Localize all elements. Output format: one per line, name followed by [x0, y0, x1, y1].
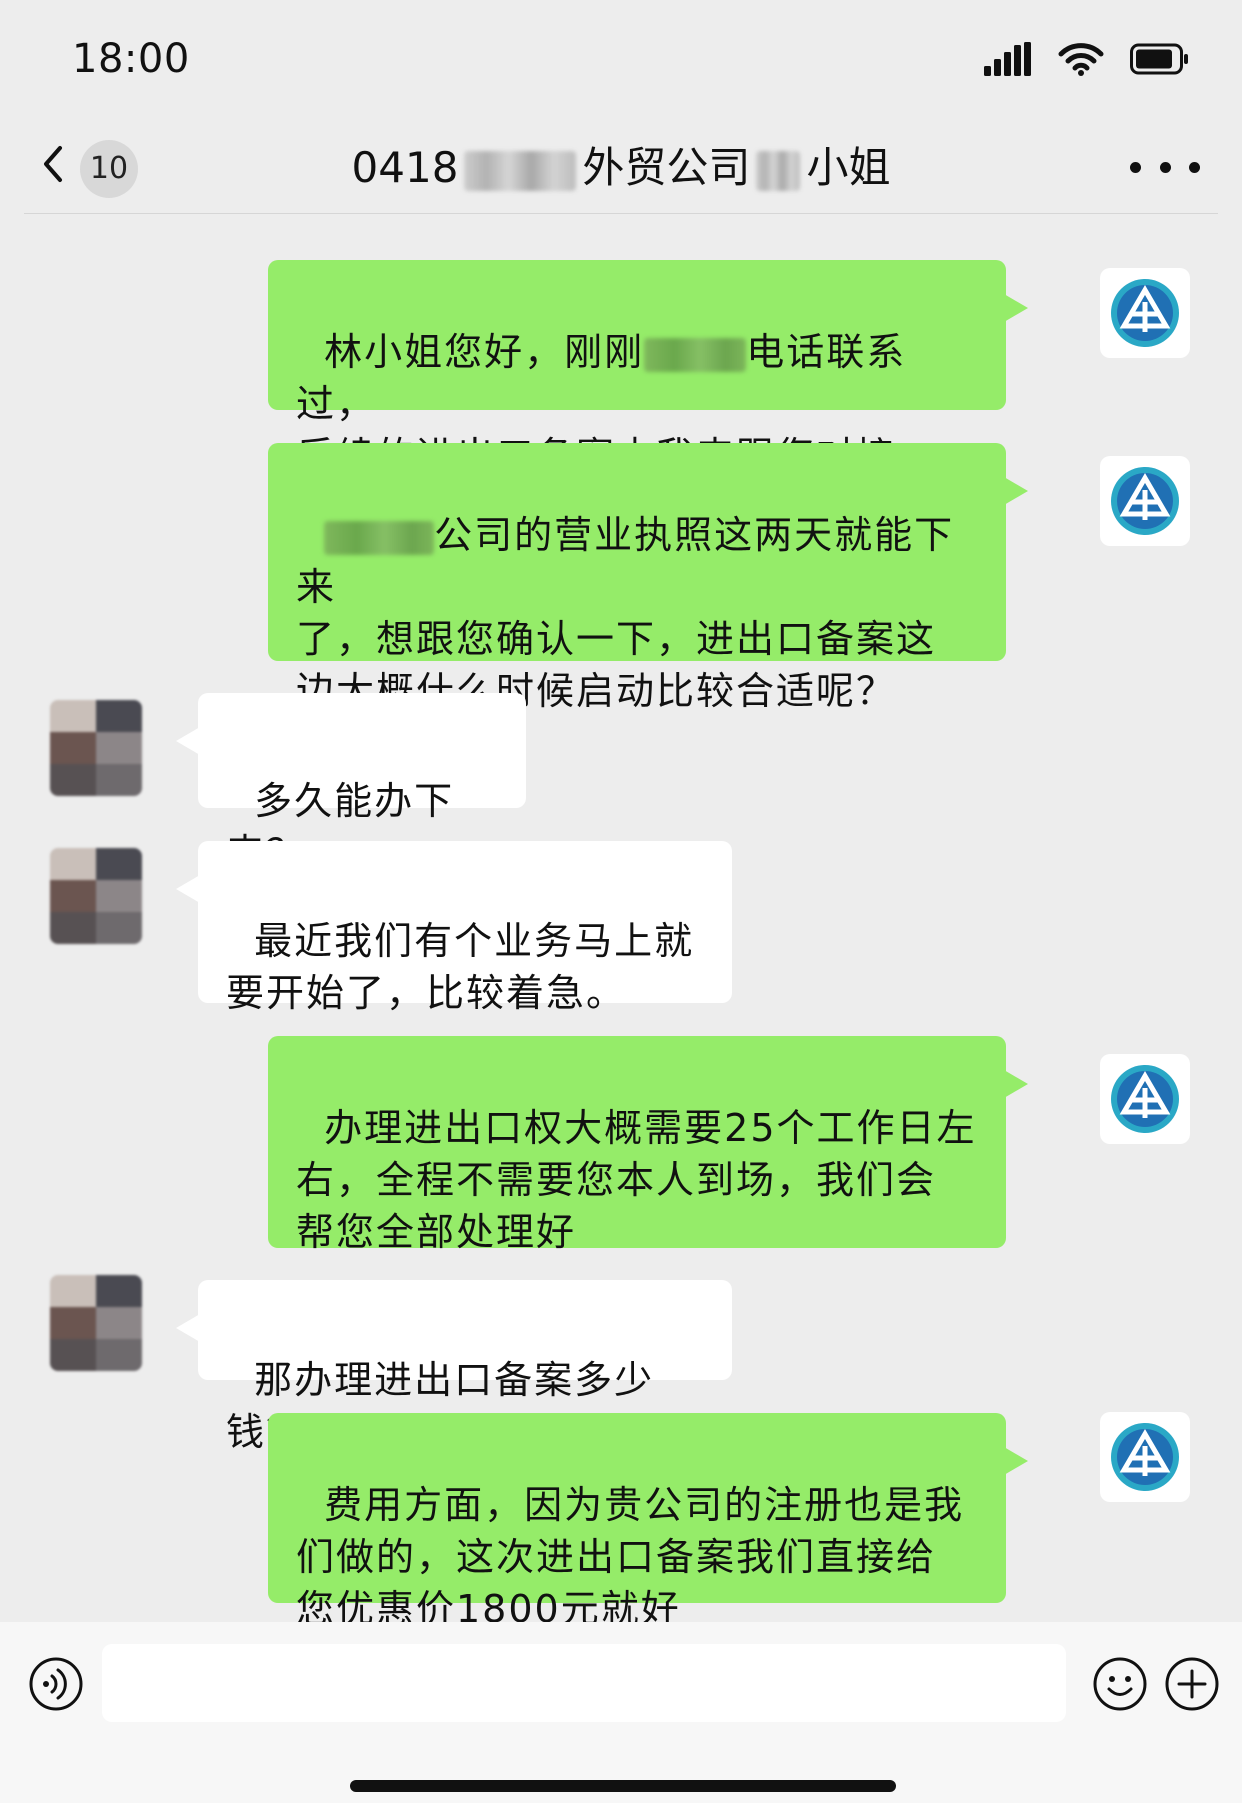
more-dot: [1189, 161, 1200, 173]
wifi-icon: [1058, 43, 1104, 76]
voice-button[interactable]: [28, 1656, 84, 1712]
avatar-self[interactable]: [1100, 456, 1190, 546]
message-bubble-outgoing[interactable]: 林小姐您好，刚刚电话联系过， 后续的进出口备案由我来跟您对接: [268, 260, 1028, 478]
status-icons: [984, 42, 1190, 76]
message-bubble-incoming[interactable]: 最近我们有个业务马上就 要开始了，比较着急。: [176, 841, 732, 1015]
redacted-name: [464, 150, 577, 191]
message-bubble-incoming[interactable]: 那办理进出口备案多少钱？: [176, 1280, 732, 1454]
more-options-button[interactable]: [1130, 142, 1200, 192]
home-indicator: [350, 1780, 896, 1792]
message-text: 林小姐您好，刚刚: [324, 330, 645, 374]
avatar-contact[interactable]: [50, 700, 142, 796]
chat-header: 10 0418 外贸公司 小姐: [0, 120, 1242, 215]
message-text: 办理进出口权大概需要25个工作日左 右，全程不需要您本人到场，我们会 帮您全部处…: [296, 1106, 977, 1254]
chat-title-middle: 外贸公司: [582, 143, 751, 192]
message-bubble-incoming[interactable]: 多久能办下来？: [176, 693, 526, 875]
plus-icon: [1165, 1657, 1219, 1711]
avatar-self[interactable]: [1100, 268, 1190, 358]
redacted-text: [644, 337, 747, 372]
status-time: 18:00: [72, 36, 190, 82]
voice-icon: [29, 1657, 83, 1711]
signal-icon: [984, 42, 1031, 76]
message-text: 最近我们有个业务马上就 要开始了，比较着急。: [226, 919, 695, 1015]
company-logo-icon: [1111, 467, 1179, 535]
company-logo-icon: [1111, 1423, 1179, 1491]
company-logo-icon: [1111, 279, 1179, 347]
avatar-self[interactable]: [1100, 1412, 1190, 1502]
chat-title-prefix: 0418: [351, 143, 459, 192]
chat-title: 0418 外贸公司 小姐: [0, 134, 1242, 195]
redacted-text: [324, 520, 435, 555]
message-input[interactable]: [102, 1644, 1066, 1722]
redacted-name: [756, 150, 801, 191]
emoji-button[interactable]: [1092, 1656, 1148, 1712]
more-dot: [1159, 161, 1171, 173]
status-bar: 18:00: [0, 0, 1242, 120]
message-text: 费用方面，因为贵公司的注册也是我 们做的，这次进出口备案我们直接给 您优惠价18…: [296, 1483, 965, 1631]
avatar-contact[interactable]: [50, 1275, 142, 1371]
message-bubble-outgoing[interactable]: 公司的营业执照这两天就能下来 了，想跟您确认一下，进出口备案这 边大概什么时候启…: [268, 443, 1028, 713]
more-dots-icon: [1130, 161, 1141, 173]
company-logo-icon: [1111, 1065, 1179, 1133]
plus-button[interactable]: [1164, 1656, 1220, 1712]
emoji-icon: [1093, 1657, 1147, 1711]
avatar-contact[interactable]: [50, 848, 142, 944]
chat-title-suffix: 小姐: [806, 143, 891, 192]
avatar-self[interactable]: [1100, 1054, 1190, 1144]
input-bar: [0, 1622, 1242, 1803]
battery-icon: [1130, 43, 1188, 75]
header-divider: [24, 213, 1218, 214]
message-bubble-outgoing[interactable]: 费用方面，因为贵公司的注册也是我 们做的，这次进出口备案我们直接给 您优惠价18…: [268, 1413, 1028, 1631]
message-bubble-outgoing[interactable]: 办理进出口权大概需要25个工作日左 右，全程不需要您本人到场，我们会 帮您全部处…: [268, 1036, 1028, 1254]
